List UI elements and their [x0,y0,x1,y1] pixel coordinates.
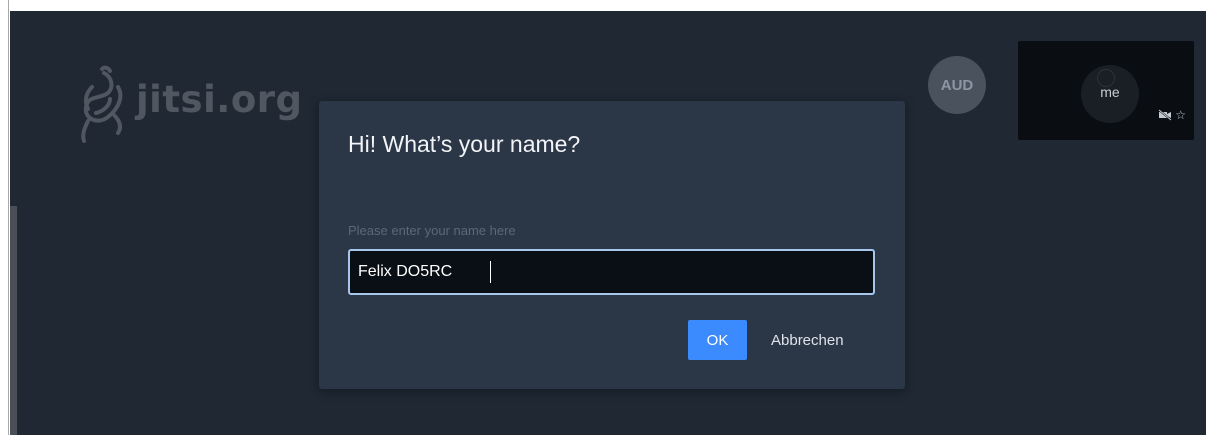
watermark-text: jitsi.org [136,77,303,121]
window-top-border [9,0,1206,11]
jitsi-logo-icon [81,65,123,143]
participant-avatar[interactable]: AUD [928,56,986,114]
ok-button[interactable]: OK [688,320,747,360]
name-field-placeholder-label: Please enter your name here [348,223,516,238]
jitsi-watermark[interactable]: jitsi.org [74,65,302,145]
thumbnail-status-icons: ☆ [1158,108,1186,122]
name-prompt-dialog: Hi! What’s your name? Please enter your … [319,101,905,389]
video-off-icon [1158,109,1172,121]
local-video-thumbnail[interactable]: me ☆ [1018,41,1194,140]
cancel-button[interactable]: Abbrechen [767,320,848,360]
window-left-border [0,0,9,435]
display-name-input[interactable] [348,249,875,295]
local-display-name: me [1100,84,1120,100]
star-icon: ☆ [1175,108,1186,122]
dialog-title: Hi! What’s your name? [348,131,581,157]
conference-stage: jitsi.org AUD me ☆ Hi! What’s your name?… [10,11,1206,435]
text-caret [490,261,491,283]
stage-left-edge [10,206,17,435]
